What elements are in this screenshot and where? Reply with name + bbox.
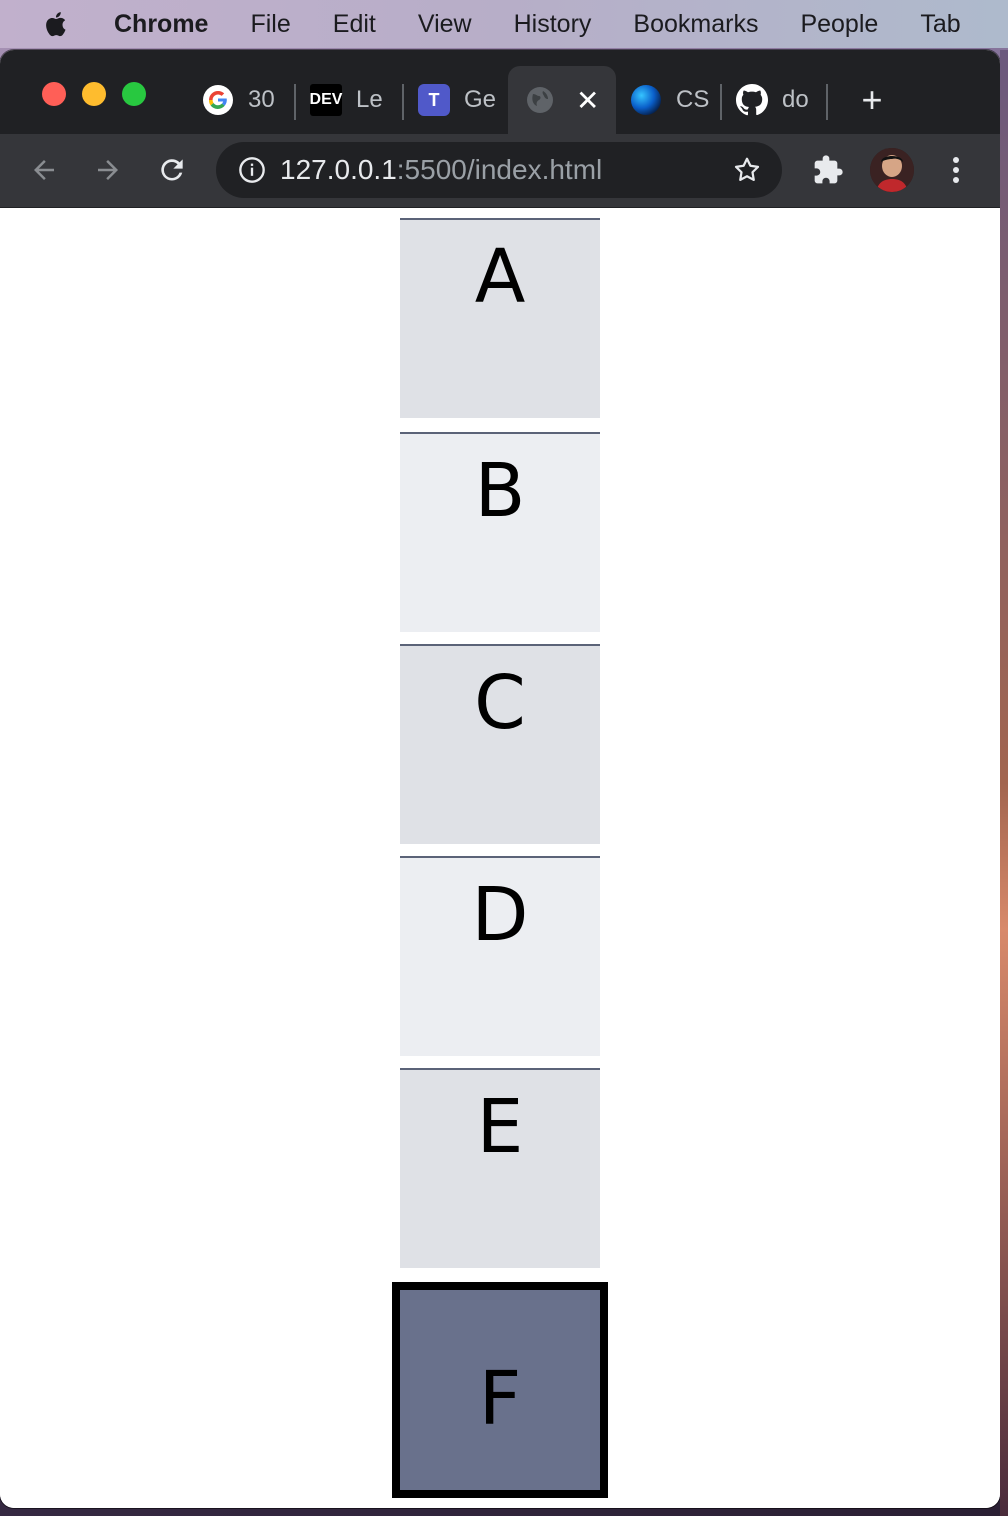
box-d[interactable]: D — [400, 856, 600, 1056]
globe-icon — [524, 84, 556, 116]
close-tab-icon[interactable]: ✕ — [576, 84, 599, 117]
tab-github[interactable]: do — [736, 76, 816, 124]
tab-title: do — [782, 86, 809, 113]
box-a[interactable]: A — [400, 218, 600, 418]
reload-button[interactable] — [154, 152, 190, 188]
menu-bookmarks[interactable]: Bookmarks — [633, 10, 758, 39]
dev-badge-text: DEV — [310, 91, 343, 108]
box-label: E — [476, 1084, 524, 1170]
tab-title: 30 — [248, 86, 275, 113]
back-button[interactable] — [26, 152, 62, 188]
tab-cs[interactable]: CS — [630, 76, 710, 124]
menu-edit[interactable]: Edit — [333, 10, 376, 39]
menu-app-name[interactable]: Chrome — [114, 10, 208, 39]
tab-dev[interactable]: DEV Le — [310, 76, 390, 124]
menu-history[interactable]: History — [514, 10, 592, 39]
google-icon — [202, 84, 234, 116]
page-content: A B C D E F — [0, 208, 1000, 1508]
tab-active[interactable]: ✕ — [508, 66, 616, 134]
menu-view[interactable]: View — [418, 10, 472, 39]
new-tab-button[interactable]: + — [856, 76, 888, 124]
menu-people[interactable]: People — [800, 10, 878, 39]
tab-separator — [720, 84, 722, 120]
box-label: D — [471, 872, 529, 958]
address-bar[interactable]: 127.0.0.1:5500/index.html — [216, 142, 782, 198]
teams-badge-text: T — [428, 89, 440, 110]
zoom-window-button[interactable] — [122, 82, 146, 106]
arrow-left-icon — [34, 160, 54, 180]
tab-separator — [294, 84, 296, 120]
box-label: B — [474, 448, 526, 534]
tab-teams[interactable]: T Ge — [418, 76, 498, 124]
tab-title: Ge — [464, 86, 497, 113]
url-host: 127.0.0.1 — [280, 154, 397, 185]
url-path: :5500/index.html — [396, 154, 603, 185]
star-icon[interactable] — [732, 155, 762, 185]
box-label: F — [478, 1356, 522, 1442]
tab-strip: 30 DEV Le T Ge ✕ CS do + — [0, 50, 1000, 134]
browser-toolbar: 127.0.0.1:5500/index.html — [0, 134, 1000, 208]
tab-title: Le — [356, 86, 383, 113]
arrow-right-icon — [98, 160, 118, 180]
tab-google[interactable]: 30 — [202, 76, 286, 124]
info-icon[interactable] — [238, 156, 266, 184]
dev-icon: DEV — [310, 84, 342, 116]
box-label: A — [474, 234, 526, 320]
box-c[interactable]: C — [400, 644, 600, 844]
menu-file[interactable]: File — [250, 10, 290, 39]
close-window-button[interactable] — [42, 82, 66, 106]
extensions-button[interactable] — [810, 152, 846, 188]
blue-orb-icon — [630, 84, 662, 116]
minimize-window-button[interactable] — [82, 82, 106, 106]
url-text: 127.0.0.1:5500/index.html — [280, 154, 602, 186]
forward-button[interactable] — [90, 152, 126, 188]
tab-separator — [402, 84, 404, 120]
menu-button[interactable] — [938, 152, 974, 188]
box-b[interactable]: B — [400, 432, 600, 632]
menu-tab[interactable]: Tab — [920, 10, 960, 39]
box-e[interactable]: E — [400, 1068, 600, 1268]
browser-window: 30 DEV Le T Ge ✕ CS do + 127.0.0.1:5500/… — [0, 50, 1000, 1508]
tab-separator — [826, 84, 828, 120]
desktop-wallpaper-edge — [1000, 50, 1008, 1516]
apple-icon[interactable] — [42, 9, 72, 39]
tab-title: CS — [676, 86, 710, 113]
puzzle-icon — [814, 155, 843, 184]
box-f-selected[interactable]: F — [392, 1282, 608, 1498]
avatar — [870, 148, 914, 192]
box-label: C — [474, 660, 526, 746]
github-icon — [736, 84, 768, 116]
macos-menu-bar: Chrome File Edit View History Bookmarks … — [0, 0, 1008, 48]
profile-avatar[interactable] — [870, 148, 914, 192]
kebab-menu-icon — [953, 157, 959, 183]
reload-icon — [161, 159, 183, 181]
teams-icon: T — [418, 84, 450, 116]
plus-icon: + — [861, 79, 883, 120]
